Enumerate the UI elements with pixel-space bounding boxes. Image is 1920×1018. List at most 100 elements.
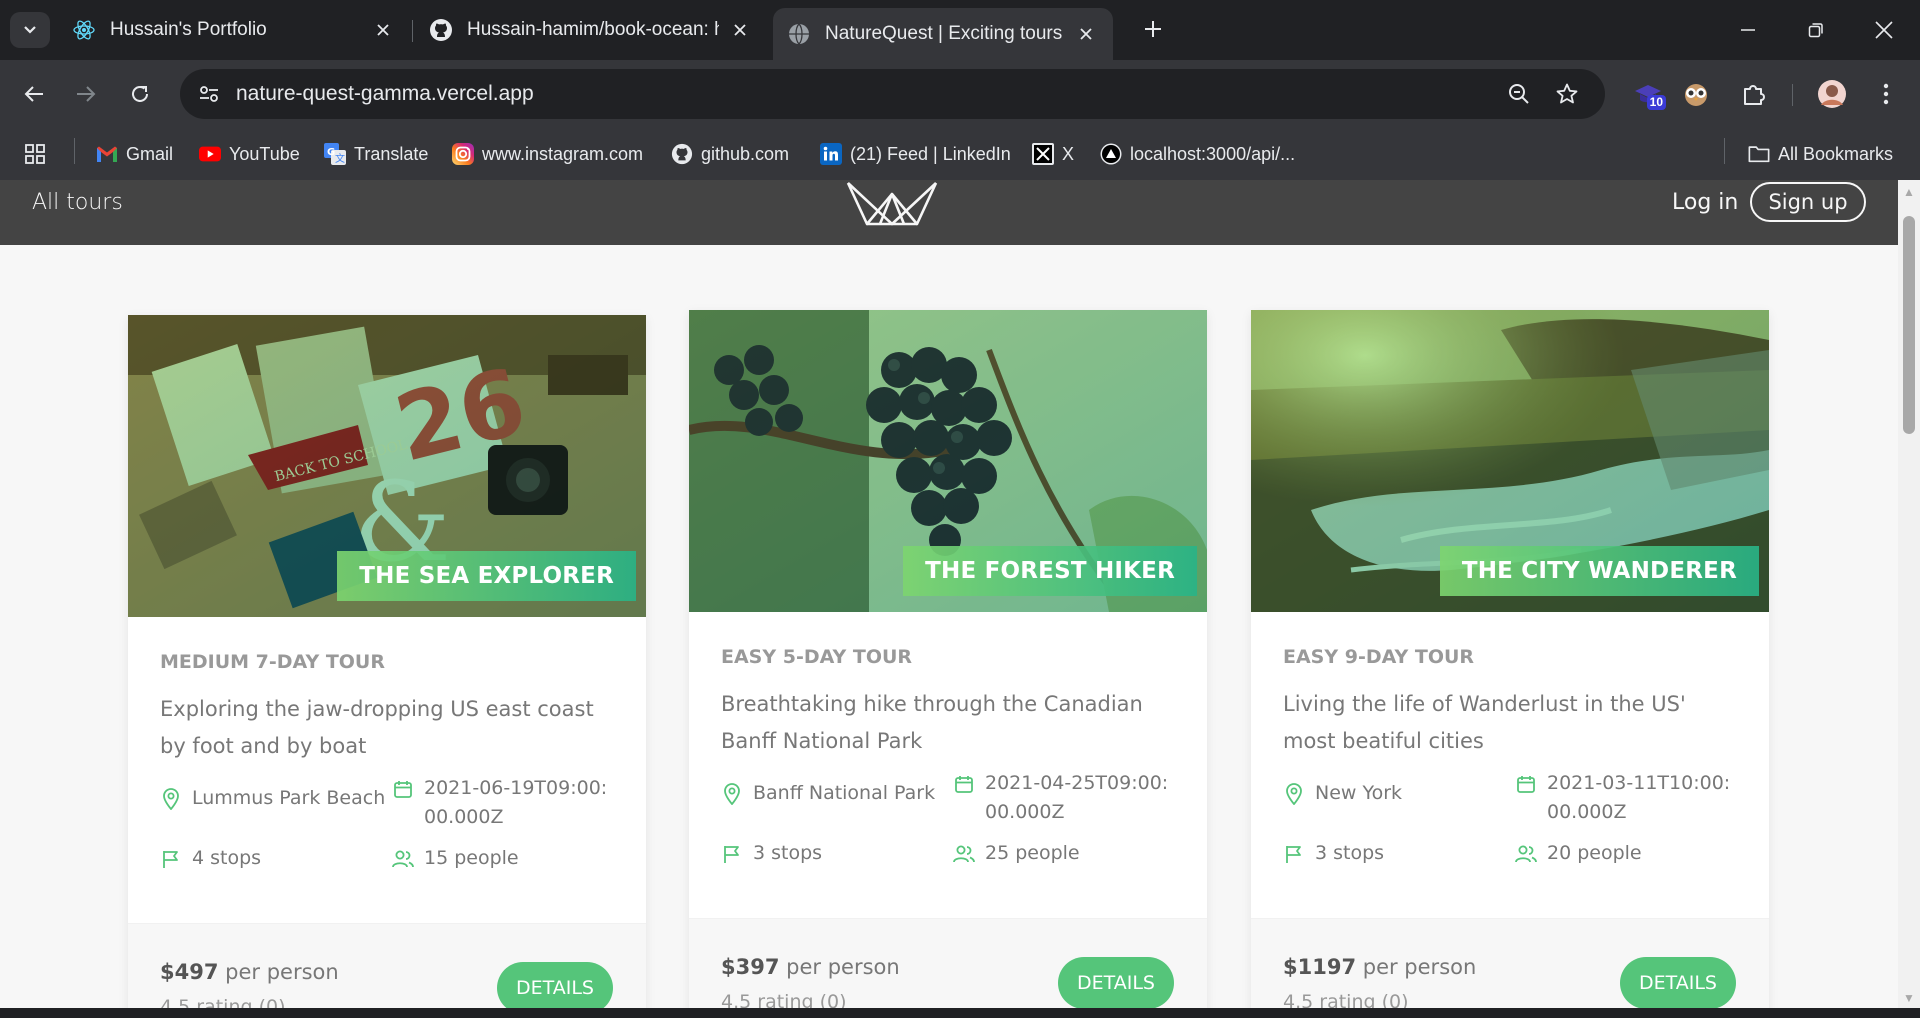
tour-stops: 3 stops <box>721 839 822 868</box>
nav-login-link[interactable]: Log in <box>1672 190 1738 215</box>
details-button[interactable]: Details <box>1620 957 1736 1009</box>
users-icon <box>392 848 414 870</box>
bookmarks-bar: Gmail YouTube G文 Translate www.instagram… <box>0 128 1920 180</box>
apps-button[interactable] <box>24 138 54 170</box>
bookmark-label: github.com <box>701 143 790 164</box>
linkedin-icon <box>820 143 842 165</box>
stops-text: 4 stops <box>192 847 262 869</box>
scroll-up-icon[interactable]: ▲ <box>1903 185 1915 199</box>
tour-people: 25 people <box>953 839 1080 868</box>
stops-text: 3 stops <box>753 842 823 864</box>
nav-signup-button[interactable]: Sign up <box>1750 182 1866 222</box>
price-value: $397 <box>721 955 780 979</box>
bookmark-x[interactable]: X <box>1032 138 1074 170</box>
users-icon <box>953 843 975 865</box>
folder-icon <box>1748 143 1770 165</box>
tour-location: Banff National Park <box>721 779 935 808</box>
profile-avatar[interactable] <box>1812 74 1852 114</box>
restore-icon <box>1808 23 1823 38</box>
tour-stops: 3 stops <box>1283 839 1384 868</box>
new-tab-button[interactable] <box>1136 12 1170 46</box>
all-bookmarks-label: All Bookmarks <box>1778 143 1894 164</box>
back-button[interactable] <box>14 74 54 114</box>
date-text: 2021-04-25T09:00:00.000Z <box>985 772 1169 823</box>
tour-name: The Forest Hiker <box>903 546 1197 596</box>
forward-button[interactable] <box>66 74 106 114</box>
arrow-right-icon <box>77 86 96 102</box>
tab-naturequest[interactable]: NatureQuest | Exciting tours for <box>773 8 1113 60</box>
globe-icon <box>787 22 811 46</box>
url-text[interactable]: nature-quest-gamma.vercel.app <box>236 82 534 106</box>
tour-subheading: Easy 5-day tour <box>721 646 913 668</box>
calendar-icon <box>953 773 975 795</box>
tour-location: New York <box>1283 779 1402 808</box>
date-text: 2021-06-19T09:00:00.000Z <box>424 777 608 828</box>
github-icon <box>429 18 453 42</box>
all-bookmarks-button[interactable]: All Bookmarks <box>1748 138 1893 170</box>
tab-title: Hussain-hamim/book-ocean: ht <box>467 19 719 40</box>
tour-price: $497 per person <box>160 960 339 984</box>
close-icon <box>1875 21 1893 39</box>
star-icon[interactable] <box>1550 77 1584 111</box>
address-bar[interactable]: nature-quest-gamma.vercel.app <box>180 69 1605 119</box>
bookmark-label: YouTube <box>229 143 300 164</box>
tour-cover-image: 26 BACK TO SCHOOL & The Sea Explorer <box>128 315 646 617</box>
tab-github[interactable]: Hussain-hamim/book-ocean: ht <box>415 10 767 50</box>
tour-people: 20 people <box>1515 839 1642 868</box>
bookmark-gmail[interactable]: Gmail <box>96 138 173 170</box>
restore-button[interactable] <box>1788 8 1844 52</box>
tour-card: The City Wanderer Easy 9-day tour Living… <box>1251 310 1769 1018</box>
bookmark-label: Gmail <box>126 143 174 164</box>
map-pin-icon <box>721 783 743 805</box>
bookmark-linkedin[interactable]: (21) Feed | LinkedIn <box>820 138 1011 170</box>
site-logo-icon[interactable] <box>845 180 939 230</box>
details-button[interactable]: Details <box>497 962 613 1014</box>
bookmark-translate[interactable]: G文 Translate <box>324 138 428 170</box>
price-value: $1197 <box>1283 955 1357 979</box>
tour-people: 15 people <box>392 844 519 873</box>
window-bottom-edge <box>0 1008 1920 1018</box>
reload-icon <box>132 85 148 102</box>
tab-portfolio[interactable]: Hussain's Portfolio <box>58 10 410 50</box>
tour-stops: 4 stops <box>160 844 261 873</box>
tour-name: The Sea Explorer <box>337 551 636 601</box>
bookmark-youtube[interactable]: YouTube <box>199 138 300 170</box>
flag-icon <box>160 848 182 870</box>
close-icon[interactable] <box>727 17 753 43</box>
minimize-button[interactable] <box>1720 8 1776 52</box>
page-scrollbar[interactable]: ▲ ▼ <box>1898 180 1920 1018</box>
extension-graduation-icon[interactable]: 10 <box>1628 74 1668 114</box>
bookmark-label: X <box>1062 143 1075 164</box>
gmail-icon <box>96 143 118 165</box>
site-info-icon[interactable] <box>192 77 226 111</box>
tour-date: 2021-03-11T10:00:00.000Z <box>1515 769 1735 827</box>
extension-owl-icon[interactable] <box>1676 74 1716 114</box>
close-window-button[interactable] <box>1856 8 1912 52</box>
calendar-icon <box>392 778 414 800</box>
bookmark-label: www.instagram.com <box>482 143 644 164</box>
tab-search-button[interactable] <box>10 12 50 48</box>
extension-badge: 10 <box>1646 95 1666 110</box>
extensions-puzzle-icon[interactable] <box>1734 74 1774 114</box>
tour-card: 26 BACK TO SCHOOL & The Sea Explorer Med… <box>128 315 646 1018</box>
zoom-icon[interactable] <box>1502 77 1536 111</box>
tour-cover-image: The Forest Hiker <box>689 310 1207 612</box>
scroll-down-icon[interactable]: ▼ <box>1903 991 1915 1005</box>
location-text: Banff National Park <box>753 782 936 804</box>
bookmark-localhost[interactable]: localhost:3000/api/... <box>1100 138 1295 170</box>
details-button[interactable]: Details <box>1058 957 1174 1009</box>
instagram-icon <box>452 143 474 165</box>
bookmark-github[interactable]: github.com <box>671 138 789 170</box>
menu-kebab-icon[interactable] <box>1866 74 1906 114</box>
react-icon <box>72 18 96 42</box>
youtube-icon <box>199 143 221 165</box>
bookmark-instagram[interactable]: www.instagram.com <box>452 138 643 170</box>
nav-all-tours-link[interactable]: All tours <box>32 190 123 215</box>
tour-date: 2021-04-25T09:00:00.000Z <box>953 769 1173 827</box>
close-icon[interactable] <box>370 17 396 43</box>
price-unit: per person <box>786 955 900 979</box>
close-icon[interactable] <box>1073 21 1099 47</box>
scrollbar-thumb[interactable] <box>1903 216 1915 434</box>
reload-button[interactable] <box>120 74 160 114</box>
browser-toolbar: nature-quest-gamma.vercel.app 10 <box>0 60 1920 128</box>
